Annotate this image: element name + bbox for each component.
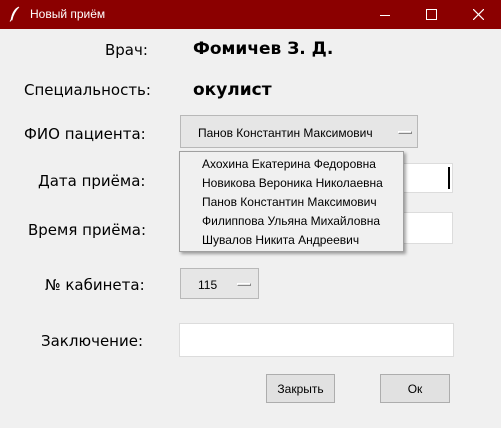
minimize-button[interactable] (362, 0, 408, 29)
cabinet-label: № кабинета: (45, 276, 145, 294)
dropdown-item[interactable]: Панов Константин Максимович (202, 195, 377, 209)
option-menu-indicator-icon (237, 283, 251, 286)
minimize-icon (380, 14, 390, 16)
cabinet-select[interactable]: 115 (180, 268, 259, 299)
specialty-label: Специальность: (24, 81, 151, 99)
close-icon (472, 9, 484, 20)
doctor-value: Фомичев З. Д. (193, 39, 334, 59)
close-window-button[interactable] (455, 0, 501, 29)
feather-icon (9, 6, 20, 22)
date-label: Дата приёма: (38, 172, 146, 190)
specialty-value: окулист (193, 80, 272, 100)
patient-select-value: Панов Константин Максимович (198, 126, 373, 140)
option-menu-indicator-icon (398, 131, 412, 134)
patient-label: ФИО пациента: (24, 125, 146, 143)
dropdown-item[interactable]: Филиппова Ульяна Михайловна (202, 214, 380, 228)
time-input[interactable] (400, 212, 453, 244)
patient-dropdown-list: Ахохина Екатерина Федоровна Новикова Вер… (179, 151, 404, 252)
conclusion-label: Заключение: (41, 332, 144, 350)
maximize-icon (425, 9, 437, 20)
title-bar: Новый приём (0, 0, 501, 29)
dropdown-item[interactable]: Новикова Вероника Николаевна (202, 176, 383, 190)
conclusion-input[interactable] (179, 323, 454, 357)
window-title: Новый приём (30, 7, 106, 21)
date-input[interactable] (400, 163, 453, 193)
cabinet-select-value: 115 (198, 278, 218, 292)
time-label: Время приёма: (28, 221, 147, 239)
close-button[interactable]: Закрыть (266, 374, 335, 403)
maximize-button[interactable] (408, 0, 454, 29)
doctor-label: Врач: (105, 41, 148, 59)
dropdown-item[interactable]: Ахохина Екатерина Федоровна (202, 157, 376, 171)
patient-select[interactable]: Панов Константин Максимович (180, 115, 418, 148)
text-cursor (448, 167, 450, 189)
dropdown-item[interactable]: Шувалов Никита Андреевич (202, 233, 359, 247)
ok-button[interactable]: Ок (380, 374, 450, 403)
